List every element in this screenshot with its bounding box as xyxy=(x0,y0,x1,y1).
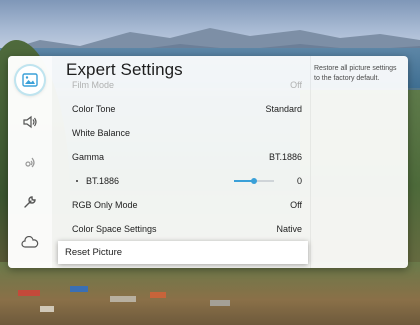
color-tone-label: Color Tone xyxy=(72,104,116,114)
film-mode-label: Film Mode xyxy=(72,80,115,88)
color-tone-value: Standard xyxy=(265,104,302,114)
broadcasting-icon[interactable] xyxy=(16,148,44,176)
picture-icon[interactable] xyxy=(16,66,44,94)
cloud-icon[interactable] xyxy=(16,229,44,257)
bt1886-slider-knob[interactable] xyxy=(251,178,257,184)
bt1886-row[interactable]: BT.1886 0 xyxy=(72,170,302,192)
color-tone-row[interactable]: Color Tone Standard xyxy=(72,98,302,120)
panel-divider xyxy=(310,56,311,268)
film-mode-value: Off xyxy=(290,80,302,88)
town xyxy=(0,262,420,325)
white-balance-row[interactable]: White Balance xyxy=(72,122,302,144)
bt1886-sublabel: BT.1886 xyxy=(72,176,119,186)
help-description: Restore all picture settings to the fact… xyxy=(314,65,397,82)
white-balance-label: White Balance xyxy=(72,128,131,138)
color-space-settings-value: Native xyxy=(276,224,302,234)
settings-sidebar xyxy=(8,56,52,268)
bullet-dot xyxy=(76,180,78,182)
settings-panel: Expert Settings Film Mode Off Color Tone… xyxy=(8,56,408,268)
rgb-only-mode-label: RGB Only Mode xyxy=(72,200,138,210)
gamma-label: Gamma xyxy=(72,152,105,162)
rgb-only-mode-row[interactable]: RGB Only Mode Off xyxy=(72,194,302,216)
gamma-value: BT.1886 xyxy=(268,152,302,162)
film-mode-row[interactable]: Film Mode Off xyxy=(72,76,302,88)
sound-icon[interactable] xyxy=(16,108,44,136)
reset-picture-label: Reset Picture xyxy=(65,247,123,258)
gamma-row[interactable]: Gamma BT.1886 xyxy=(72,146,302,168)
rgb-only-mode-value: Off xyxy=(290,200,302,210)
bt1886-slider[interactable] xyxy=(234,178,274,184)
expert-settings-list: Expert Settings Film Mode Off Color Tone… xyxy=(58,56,308,268)
color-space-settings-label: Color Space Settings xyxy=(72,224,157,234)
reset-picture-button[interactable]: Reset Picture xyxy=(58,241,308,264)
bt1886-label: BT.1886 xyxy=(86,176,120,186)
color-space-settings-row[interactable]: Color Space Settings Native xyxy=(72,218,302,240)
bt1886-value: 0 xyxy=(296,176,302,186)
support-wrench-icon[interactable] xyxy=(16,188,44,216)
